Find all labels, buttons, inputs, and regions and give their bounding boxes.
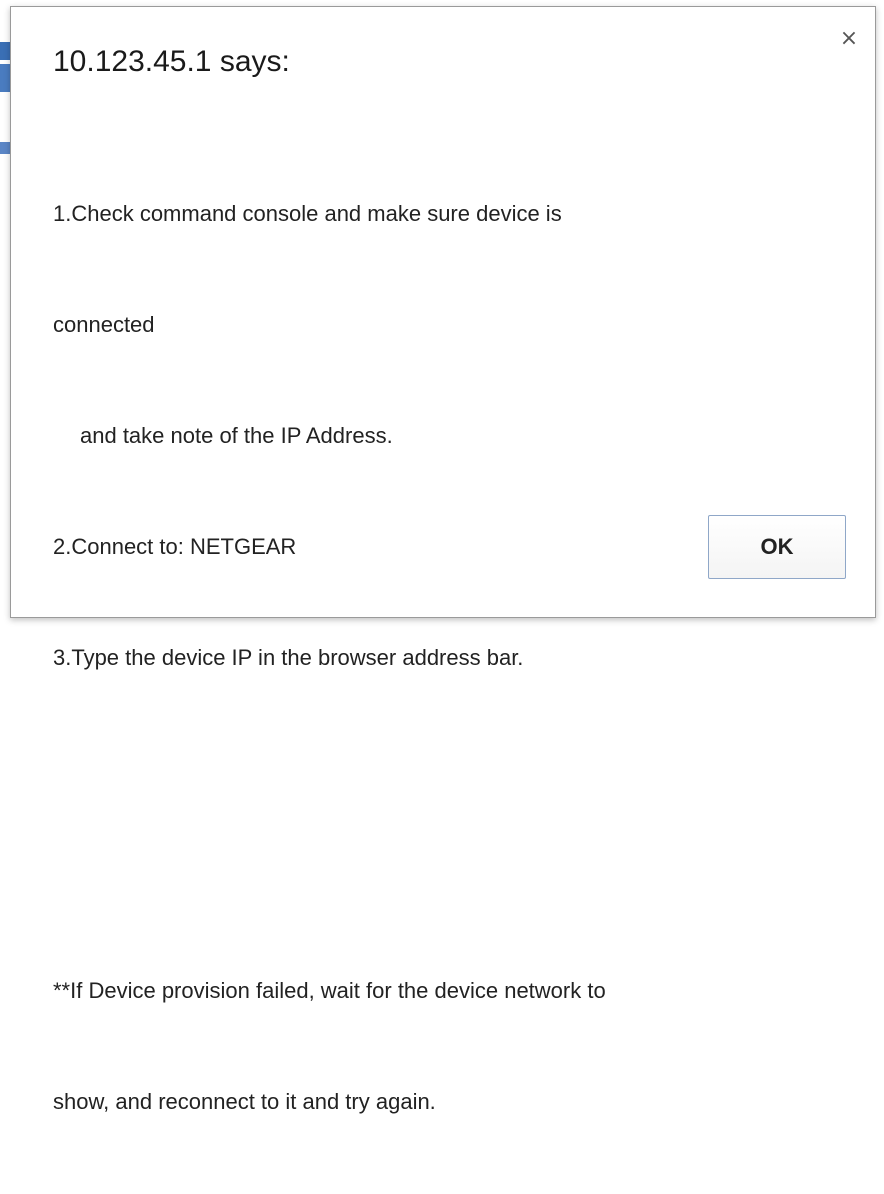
message-line: 3.Type the device IP in the browser addr… [53, 645, 524, 670]
message-line: and take note of the IP Address. [80, 423, 393, 448]
message-line: **If Device provision failed, wait for t… [53, 978, 606, 1003]
dialog-message: 1.Check command console and make sure de… [53, 121, 843, 1194]
alert-dialog: 10.123.45.1 says: × 1.Check command cons… [10, 6, 876, 1114]
message-line [53, 861, 843, 898]
message-line: 1.Check command console and make sure de… [53, 201, 562, 226]
background-fragment [0, 142, 10, 154]
message-line [53, 750, 843, 787]
close-icon[interactable]: × [837, 27, 861, 51]
ok-button[interactable]: OK [708, 515, 846, 579]
dialog-title: 10.123.45.1 says: [53, 45, 290, 78]
message-line: connected [53, 312, 155, 337]
message-line: show, and reconnect to it and try again. [53, 1089, 436, 1114]
